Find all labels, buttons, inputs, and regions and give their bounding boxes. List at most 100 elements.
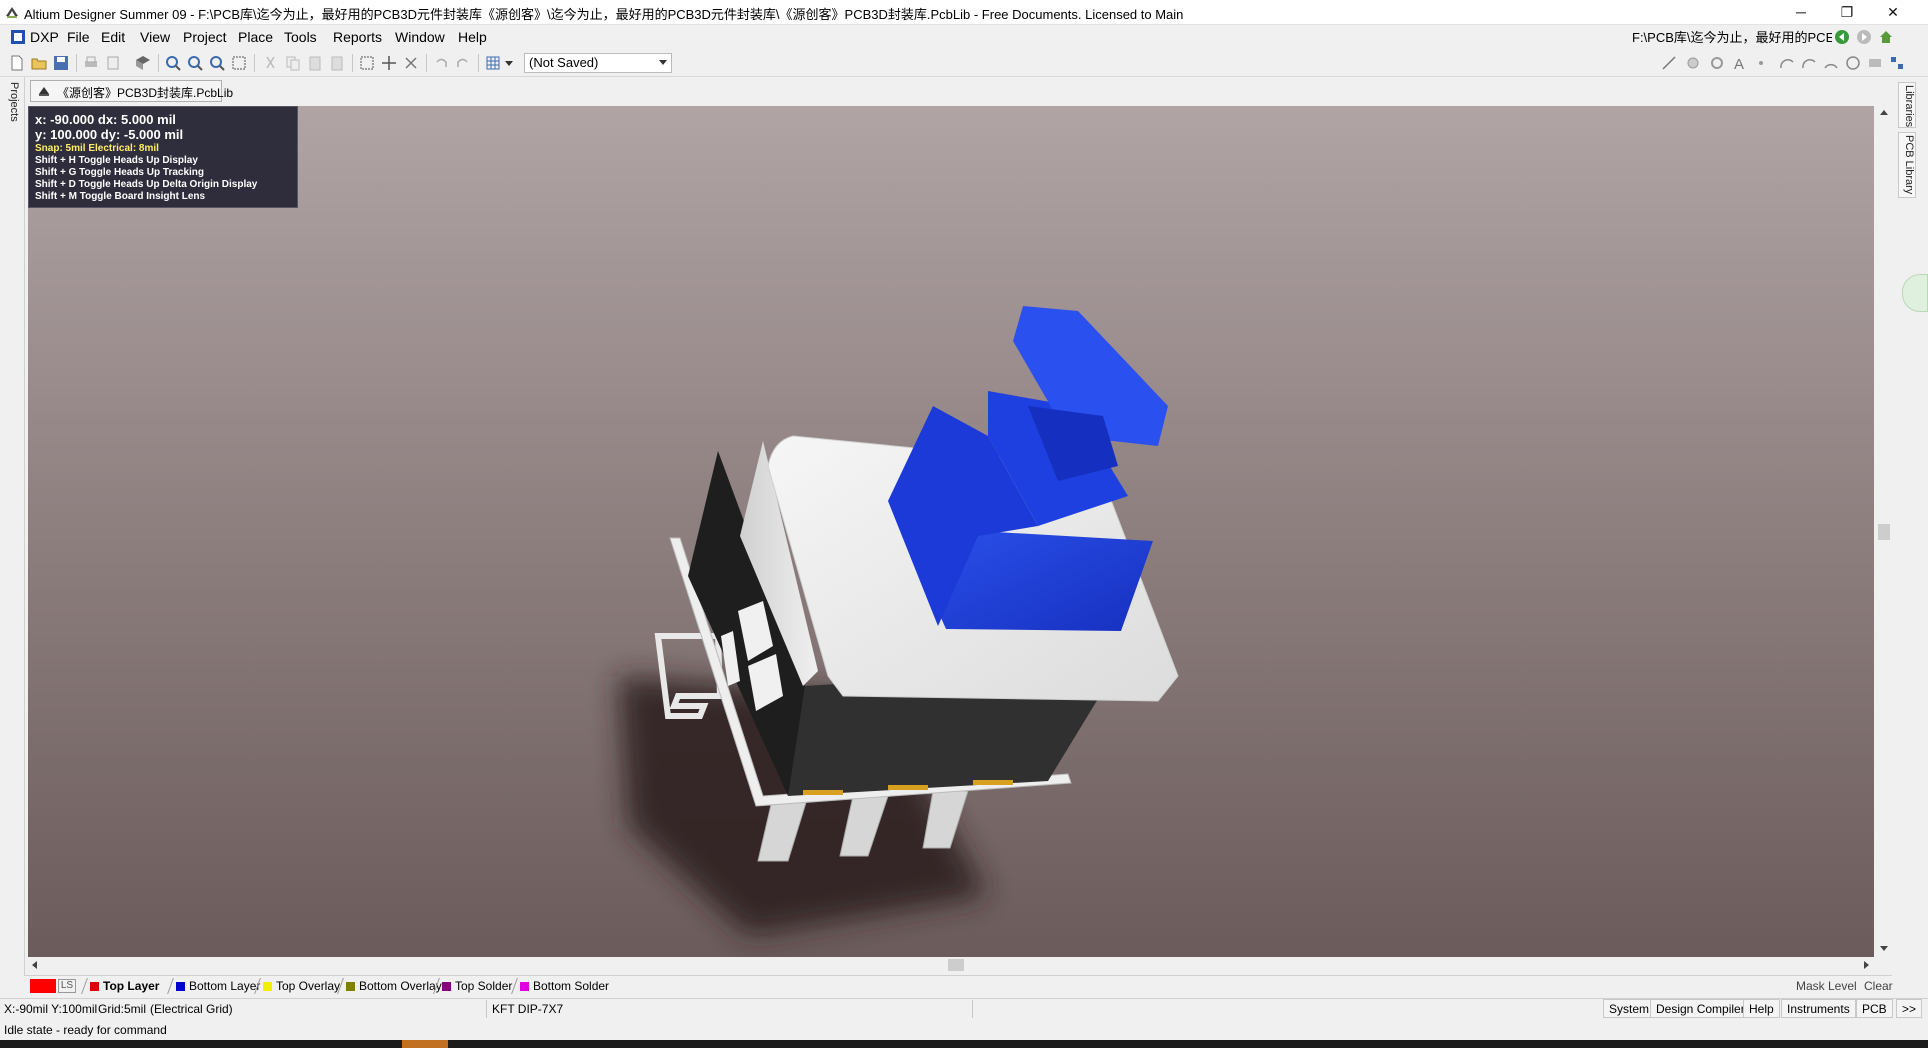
- os-taskbar: [0, 1040, 1928, 1048]
- instruments-panel-button[interactable]: Instruments: [1781, 999, 1856, 1018]
- redo-icon[interactable]: [454, 54, 472, 72]
- place-via-icon[interactable]: [1708, 54, 1726, 72]
- design-compiler-panel-button[interactable]: Design Compiler: [1650, 999, 1751, 1018]
- place-string-icon[interactable]: A: [1730, 54, 1748, 72]
- more-panels-button[interactable]: >>: [1896, 999, 1923, 1018]
- menu-file[interactable]: File: [67, 29, 90, 45]
- title-bar: Altium Designer Summer 09 - F:\PCB库\迄今为止…: [0, 0, 1928, 25]
- grid-icon[interactable]: [484, 54, 502, 72]
- hud-snap: Snap: 5mil Electrical: 8mil: [35, 143, 159, 154]
- scroll-left-icon[interactable]: [32, 961, 37, 969]
- mask-level-button[interactable]: Mask Level: [1796, 979, 1857, 993]
- layer-tab-bottom-solder[interactable]: Bottom Solder: [520, 978, 609, 994]
- contact: [973, 780, 1013, 785]
- rubber-stamp-icon[interactable]: [328, 54, 346, 72]
- layer-tab-bottom-overlay[interactable]: Bottom Overlay: [346, 978, 442, 994]
- contact: [888, 785, 928, 790]
- full-circle-icon[interactable]: [1844, 54, 1862, 72]
- layer-tab-label: Bottom Layer: [189, 979, 261, 993]
- status-grid-type: (Electrical Grid): [150, 1002, 233, 1016]
- home-icon[interactable]: [1878, 29, 1894, 45]
- print-preview-icon[interactable]: [104, 54, 122, 72]
- document-path-box[interactable]: F:\PCB库\迄今为止，最好用的PCE: [1632, 27, 1832, 47]
- taskbar-active-app[interactable]: [402, 1040, 448, 1048]
- forward-icon[interactable]: [1856, 29, 1872, 45]
- help-panel-button[interactable]: Help: [1743, 999, 1780, 1018]
- undo-icon[interactable]: [432, 54, 450, 72]
- layer-tab-top-overlay[interactable]: Top Overlay: [263, 978, 340, 994]
- layer-set-button[interactable]: LS: [58, 979, 76, 993]
- back-icon[interactable]: [1834, 29, 1850, 45]
- variant-dropdown[interactable]: (Not Saved): [524, 53, 672, 73]
- fill-icon[interactable]: [1866, 54, 1884, 72]
- layer-tab-label: Top Layer: [103, 979, 160, 993]
- pcb-panel-button[interactable]: PCB: [1856, 999, 1893, 1018]
- copy-icon[interactable]: [284, 54, 302, 72]
- menu-dxp[interactable]: DXP: [30, 29, 59, 45]
- cut-icon[interactable]: [262, 54, 280, 72]
- set-origin-icon[interactable]: [1752, 54, 1770, 72]
- menu-project[interactable]: Project: [183, 29, 227, 45]
- horizontal-scroll-thumb[interactable]: [948, 959, 964, 971]
- floating-panel-handle[interactable]: [1902, 274, 1928, 312]
- minimize-button[interactable]: ─: [1778, 0, 1824, 24]
- zoom-selected-icon[interactable]: [230, 54, 248, 72]
- document-tab[interactable]: 《源创客》PCB3D封装库.PcbLib: [30, 80, 233, 102]
- close-button[interactable]: ✕: [1870, 0, 1916, 24]
- place-pad-icon[interactable]: [1684, 54, 1702, 72]
- left-panel-strip: [0, 77, 25, 990]
- arc-any-icon[interactable]: [1822, 54, 1840, 72]
- pcb-library-panel-tab[interactable]: PCB Library: [1898, 132, 1916, 198]
- deselect-icon[interactable]: [402, 54, 420, 72]
- scroll-right-icon[interactable]: [1864, 961, 1869, 969]
- hud-shortcut-m: Shift + M Toggle Board Insight Lens: [35, 191, 206, 202]
- status-grid: Grid:5mil: [98, 1002, 147, 1016]
- layer-color-swatch: [263, 981, 272, 991]
- libraries-panel-tab[interactable]: Libraries: [1898, 82, 1916, 128]
- layer-tab-top-layer[interactable]: Top Layer: [90, 978, 159, 994]
- layer-tab-bottom-layer[interactable]: Bottom Layer: [176, 978, 260, 994]
- horizontal-scrollbar[interactable]: [28, 957, 1874, 973]
- place-line-icon[interactable]: [1660, 54, 1678, 72]
- hud-shortcut-g: Shift + G Toggle Heads Up Tracking: [35, 167, 205, 178]
- chevron-down-icon: [659, 60, 667, 65]
- open-folder-icon[interactable]: [30, 54, 48, 72]
- zoom-fit-icon[interactable]: [208, 54, 226, 72]
- layer-tab-top-solder[interactable]: Top Solder: [442, 978, 512, 994]
- menu-edit[interactable]: Edit: [101, 29, 125, 45]
- menu-window[interactable]: Window: [395, 29, 445, 45]
- print-icon[interactable]: [82, 54, 100, 72]
- layer-tab-label: Top Overlay: [276, 979, 341, 993]
- restore-button[interactable]: ❐: [1824, 0, 1870, 24]
- menu-place[interactable]: Place: [238, 29, 273, 45]
- hud-x-row: x: -90.000 dx: 5.000 mil: [35, 112, 176, 127]
- arc-center-icon[interactable]: [1778, 54, 1796, 72]
- menu-reports[interactable]: Reports: [333, 29, 382, 45]
- array-paste-icon[interactable]: [1888, 54, 1906, 72]
- menu-help[interactable]: Help: [458, 29, 487, 45]
- 3d-view-icon[interactable]: [134, 54, 152, 72]
- clear-button[interactable]: Clear: [1864, 979, 1893, 993]
- zoom-in-icon[interactable]: [164, 54, 182, 72]
- arc-edge-icon[interactable]: [1800, 54, 1818, 72]
- system-panel-button[interactable]: System: [1603, 999, 1656, 1018]
- scroll-up-icon[interactable]: [1880, 110, 1888, 115]
- vertical-scrollbar[interactable]: [1876, 106, 1892, 957]
- current-layer-color-swatch[interactable]: [30, 979, 56, 993]
- scroll-down-icon[interactable]: [1880, 946, 1888, 951]
- status-component: KFT DIP-7X7: [492, 1002, 564, 1016]
- save-icon[interactable]: [52, 54, 70, 72]
- grid-dropdown-arrow-icon[interactable]: [505, 61, 513, 66]
- projects-panel-tab[interactable]: Projects: [2, 82, 20, 126]
- menu-tools[interactable]: Tools: [284, 29, 317, 45]
- paste-icon[interactable]: [306, 54, 324, 72]
- dxp-icon[interactable]: [10, 29, 26, 45]
- new-file-icon[interactable]: [8, 54, 26, 72]
- menu-view[interactable]: View: [140, 29, 170, 45]
- move-icon[interactable]: [380, 54, 398, 72]
- select-area-icon[interactable]: [358, 54, 376, 72]
- pcb-3d-viewport[interactable]: [28, 106, 1874, 957]
- zoom-out-icon[interactable]: [186, 54, 204, 72]
- right-panel-strip: [1892, 77, 1928, 990]
- vertical-scroll-thumb[interactable]: [1878, 524, 1890, 540]
